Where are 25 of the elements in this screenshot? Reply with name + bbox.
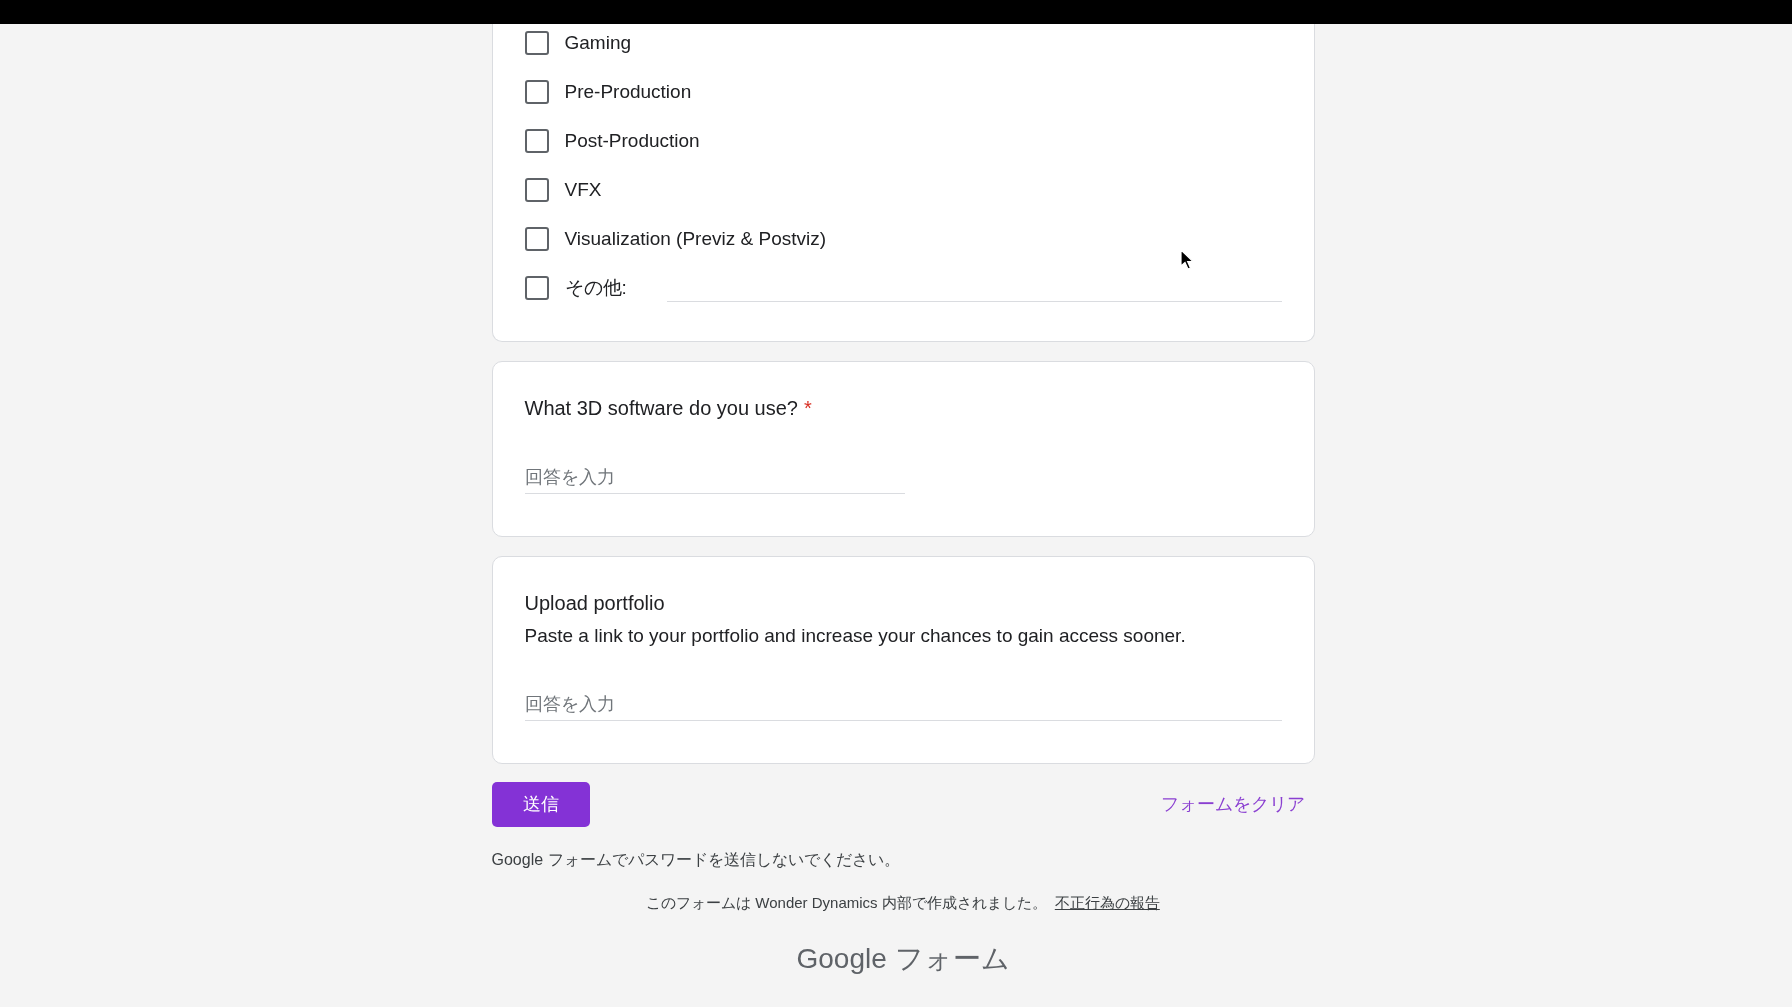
password-notice: Google フォームでパスワードを送信しないでください。 (491, 850, 901, 870)
question-title: Upload portfolio (524, 591, 665, 616)
answer-field[interactable]: 回答を入力 (524, 462, 905, 494)
checkbox[interactable] (524, 276, 549, 300)
option-label: Post-Production (564, 129, 700, 153)
option-label: Gaming (564, 31, 632, 55)
checkbox[interactable] (524, 227, 549, 251)
option-label: Pre-Production (564, 80, 692, 104)
clear-form-link[interactable]: フォームをクリア (1160, 791, 1305, 818)
option-label: VFX (564, 178, 602, 202)
checkbox[interactable] (524, 129, 549, 153)
mouse-pointer-icon (1180, 249, 1194, 270)
checkbox[interactable] (524, 178, 549, 202)
checkbox[interactable] (524, 80, 549, 104)
report-abuse-link[interactable]: 不正行為の報告 (1054, 894, 1160, 911)
submit-button[interactable]: 送信 (491, 782, 590, 827)
brand-wordmark: Google フォーム (796, 942, 1010, 976)
question-description: Paste a link to your portfolio and increase your chances to gain access sooner. (524, 624, 1187, 648)
creator-notice: このフォームは Wonder Dynamics 内部で作成されました。 不正行為の報告 (646, 893, 1160, 913)
option-label: Visualization (Previz & Postviz) (564, 227, 827, 251)
checkbox[interactable] (524, 31, 549, 55)
option-label: その他: (564, 276, 627, 300)
required-asterisk: * (804, 396, 812, 421)
answer-field[interactable]: 回答を入力 (524, 689, 1282, 721)
question-title: What 3D software do you use? (524, 396, 798, 421)
